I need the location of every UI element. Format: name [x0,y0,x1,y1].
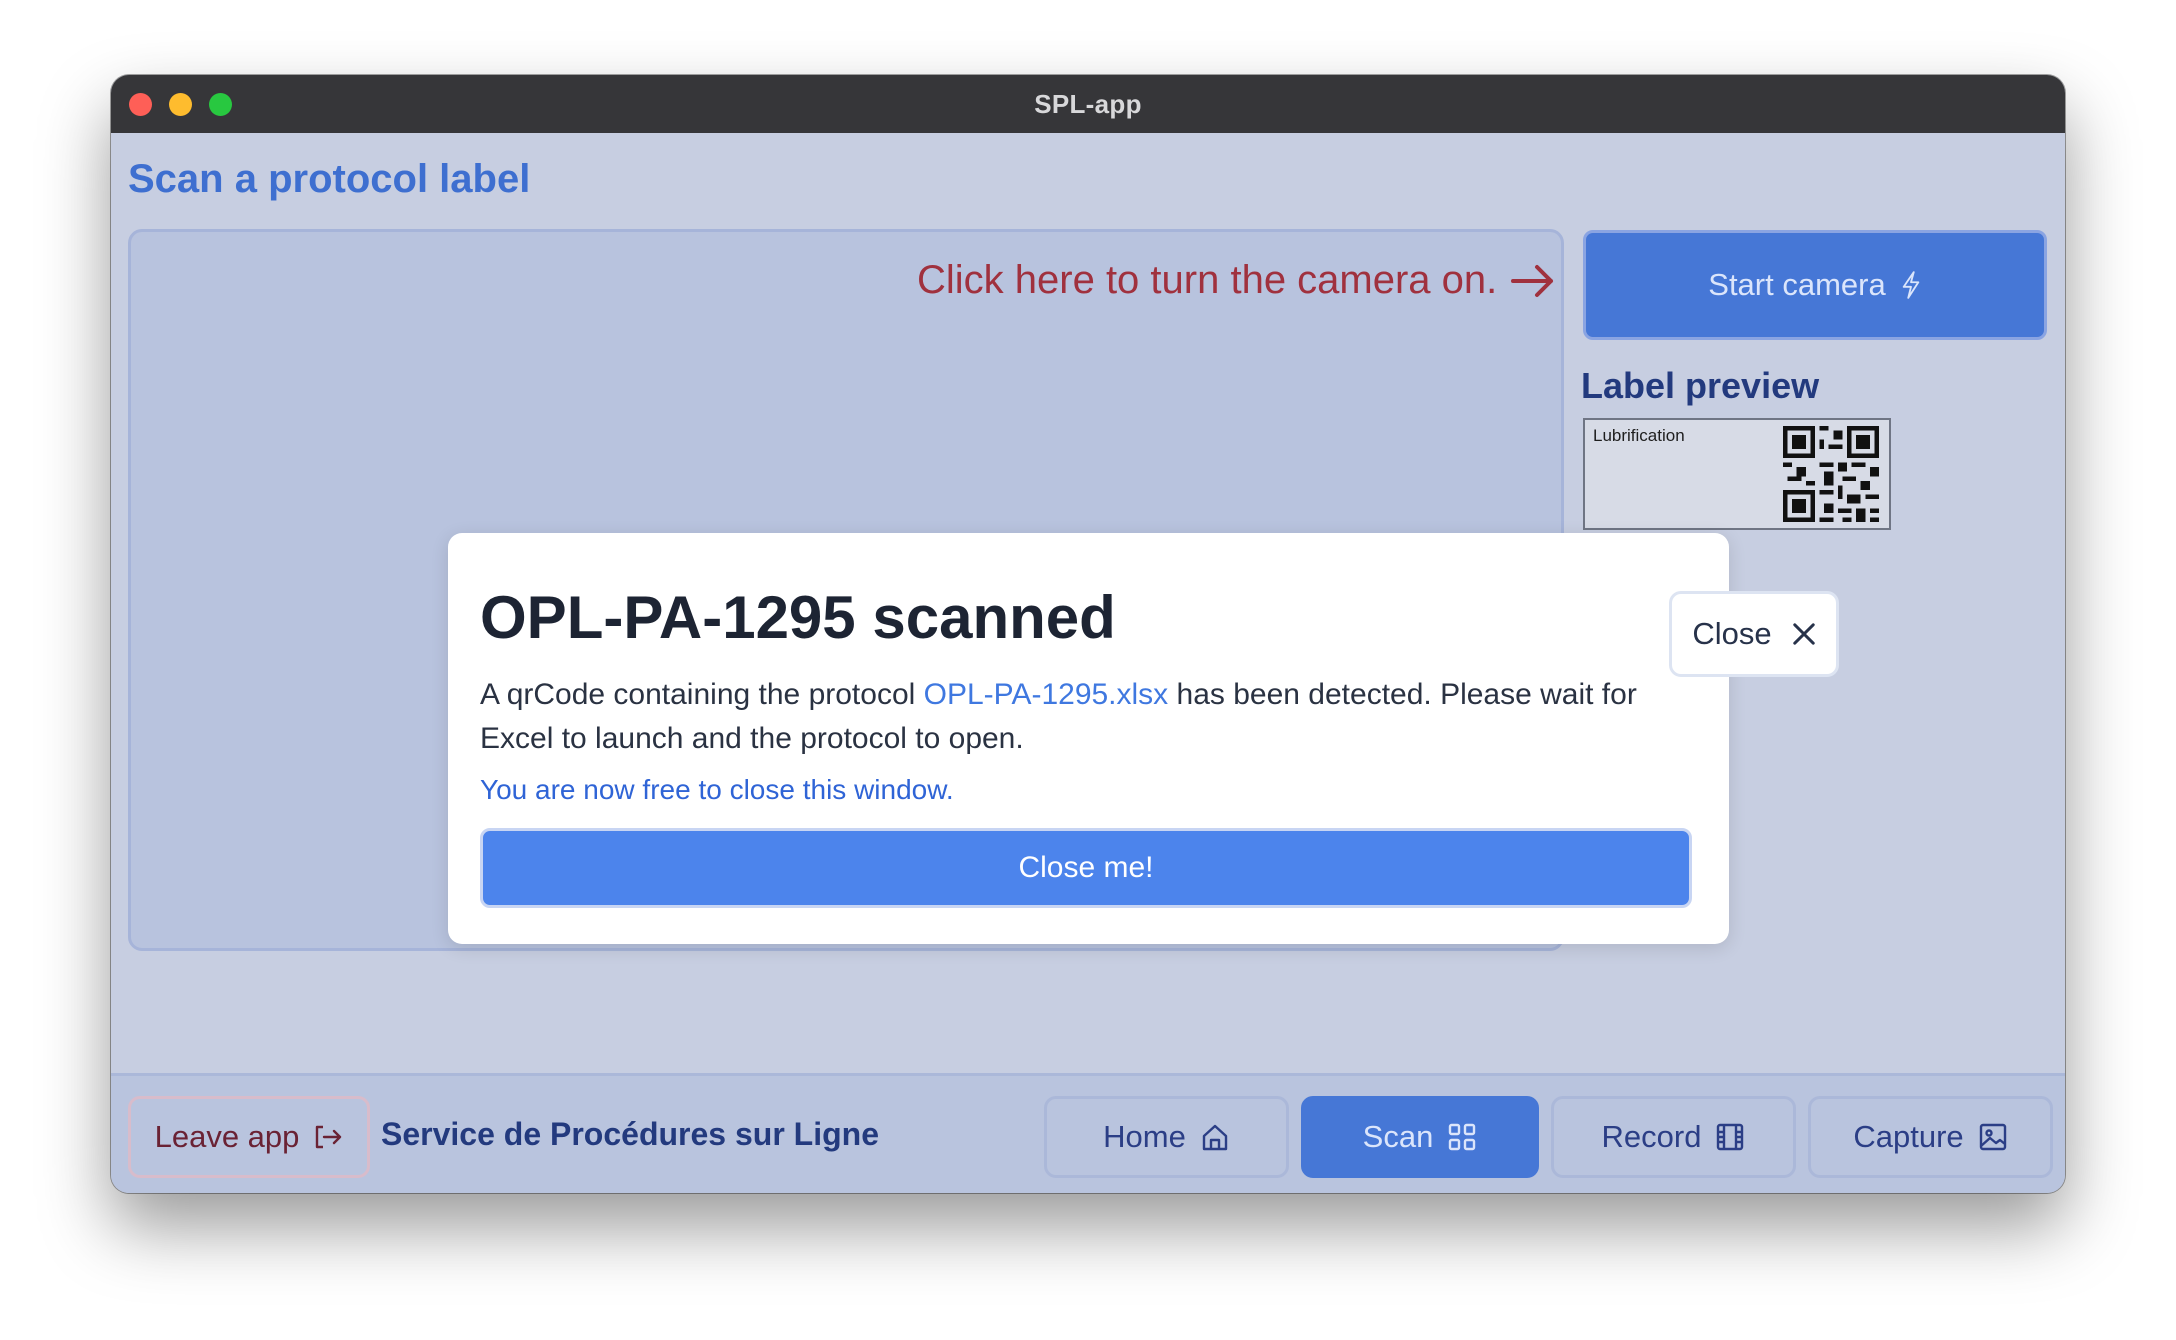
dialog-heading: OPL-PA-1295 scanned [480,584,1116,651]
close-me-button[interactable]: Close me! [480,828,1692,908]
protocol-file-link[interactable]: OPL-PA-1295.xlsx [924,678,1169,711]
nav-home-label: Home [1103,1119,1186,1154]
nav-capture-button[interactable]: Capture [1808,1096,2053,1178]
image-icon [1978,1122,2008,1152]
leave-app-label: Leave app [154,1119,300,1154]
leave-app-button[interactable]: Leave app [128,1096,370,1178]
minimize-window-button[interactable] [169,93,192,116]
zoom-window-button[interactable] [209,93,232,116]
bottom-navigation: Leave app Service de Procédures sur Lign… [111,1073,2065,1193]
dialog-message: A qrCode containing the protocol OPL-PA-… [480,673,1700,761]
window-controls [129,93,232,116]
dialog-note: You are now free to close this window. [480,774,954,805]
nav-scan-button[interactable]: Scan [1301,1096,1539,1178]
window-title: SPL-app [1034,88,1142,119]
grid-icon [1447,1122,1477,1152]
nav-record-label: Record [1601,1119,1702,1154]
nav-scan-label: Scan [1362,1119,1434,1154]
brand-name: Service de Procédures sur Ligne [381,1116,879,1152]
modal-backdrop[interactable]: OPL-PA-1295 scanned A qrCode containing … [111,133,2065,1193]
dialog-close-label: Close [1692,616,1772,651]
close-window-button[interactable] [129,93,152,116]
nav-capture-label: Capture [1853,1119,1964,1154]
title-bar: SPL-app [111,75,2065,133]
scan-result-dialog: OPL-PA-1295 scanned A qrCode containing … [448,533,1729,944]
close-icon [1792,622,1816,646]
dialog-message-start: A qrCode containing the protocol [480,678,924,711]
nav-home-button[interactable]: Home [1044,1096,1289,1178]
home-icon [1200,1122,1230,1152]
app-window: SPL-app Scan a protocol label Click here… [111,75,2065,1193]
exit-icon [313,1124,343,1150]
nav-record-button[interactable]: Record [1551,1096,1796,1178]
film-icon [1715,1122,1745,1152]
dialog-close-button[interactable]: Close [1669,591,1839,677]
